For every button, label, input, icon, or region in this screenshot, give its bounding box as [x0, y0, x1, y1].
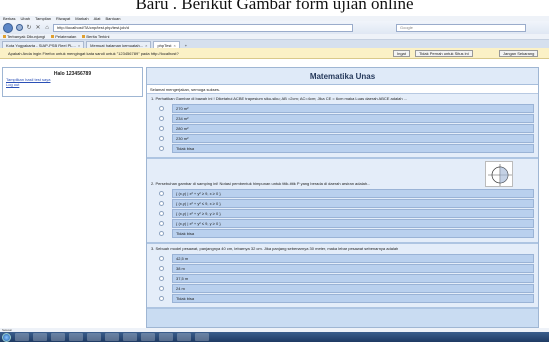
question-text: 3. Sebuah model pesawat, panjangnya 40 c…	[151, 246, 399, 251]
taskbar-app[interactable]	[51, 333, 65, 341]
radio-button[interactable]	[159, 231, 164, 236]
taskbar-app[interactable]	[159, 333, 173, 341]
password-notification-bar: Apakah Anda ingin Firefox untuk menginga…	[0, 48, 549, 59]
search-box[interactable]: Google	[396, 23, 526, 32]
home-icon[interactable]: ⌂	[44, 25, 50, 31]
radio-button[interactable]	[159, 106, 164, 111]
circle-graph-icon	[488, 164, 512, 186]
question-text: 1. Perhatikan Gambar di bawah ini ! Dike…	[151, 96, 408, 101]
tab-strip: Kota Yogyakarta - SIAP-PSB Reel PL... × M…	[0, 40, 549, 48]
question-text: 2. Persebuhan gambar di samping ini! Not…	[151, 181, 371, 186]
navigation-toolbar: ↻ ✕ ⌂ http://localhost/TA/cnp/test.php/t…	[0, 21, 549, 34]
logout-link[interactable]: Log out	[6, 82, 142, 87]
menu-item-markah[interactable]: Markah	[75, 16, 88, 21]
question-block: 1. Perhatikan Gambar di bawah ini ! Dike…	[147, 94, 538, 159]
address-bar[interactable]: http://localhost/TA/cnp/test.php/test.jo…	[53, 23, 353, 32]
tab-close-icon[interactable]: ×	[145, 43, 147, 48]
radio-button[interactable]	[159, 146, 164, 151]
taskbar-app[interactable]	[177, 333, 191, 341]
bookmark-item[interactable]: Pelatenalan	[51, 34, 76, 39]
answer-option[interactable]: { (x,y) | x² + y² ≤ 9, y ≥ 0 }	[151, 219, 534, 228]
answer-option[interactable]: { (x,y) | x² + y² ≥ 9, x ≥ 0 }	[151, 189, 534, 198]
answer-option[interactable]: 230 m²	[151, 134, 534, 143]
start-button[interactable]	[2, 332, 11, 342]
stop-icon[interactable]: ✕	[35, 25, 41, 31]
bookmark-icon	[82, 35, 86, 38]
answer-option[interactable]: 37,5 m	[151, 274, 534, 283]
taskbar-app[interactable]	[105, 333, 119, 341]
answer-option[interactable]: 24 m	[151, 284, 534, 293]
answer-option[interactable]: Tidak bisa	[151, 144, 534, 153]
exam-greeting: Selamat mengerjakan, semoga sukses.	[147, 85, 538, 94]
radio-button[interactable]	[159, 211, 164, 216]
radio-button[interactable]	[159, 286, 164, 291]
page-content: Halo 123456789 Tampilkan hasil test saya…	[0, 59, 549, 328]
url-text: http://localhost/TA/cnp/test.php/test.jo…	[57, 25, 129, 30]
answer-option[interactable]: Tidak bisa	[151, 229, 534, 238]
radio-button[interactable]	[159, 256, 164, 261]
forward-button[interactable]	[16, 24, 23, 31]
answer-option[interactable]: Tidak bisa	[151, 294, 534, 303]
question-block: 3. Sebuah model pesawat, panjangnya 40 c…	[147, 244, 538, 309]
page-caption: Baru . Berikut Gambar form ujian online	[0, 0, 549, 16]
radio-button[interactable]	[159, 126, 164, 131]
exam-panel: Matematika Unas Selamat mengerjakan, sem…	[146, 67, 539, 328]
menu-item-ubah[interactable]: Ubah	[20, 16, 30, 21]
answer-option[interactable]: 280 m²	[151, 124, 534, 133]
taskbar	[0, 332, 549, 342]
radio-button[interactable]	[159, 266, 164, 271]
radio-button[interactable]	[159, 276, 164, 281]
taskbar-app[interactable]	[87, 333, 101, 341]
radio-button[interactable]	[159, 136, 164, 141]
radio-button[interactable]	[159, 296, 164, 301]
back-button[interactable]	[3, 22, 13, 33]
radio-button[interactable]	[159, 221, 164, 226]
menu-item-tampilan[interactable]: Tampilan	[35, 16, 51, 21]
bookmark-item[interactable]: Berita Terkini	[82, 34, 109, 39]
answer-option[interactable]: 38 m	[151, 264, 534, 273]
answer-option[interactable]: 42,5 m	[151, 254, 534, 263]
answer-option[interactable]: { (x,y) | x² + y² ≤ 9, x ≥ 0 }	[151, 199, 534, 208]
tab-siap-psb[interactable]: Kota Yogyakarta - SIAP-PSB Reel PL... ×	[2, 41, 85, 48]
never-for-site-button[interactable]: Tidak Pernah untuk Situs ini	[415, 50, 473, 57]
tab-close-icon[interactable]: ×	[173, 43, 175, 48]
taskbar-app[interactable]	[33, 333, 47, 341]
taskbar-app[interactable]	[195, 333, 209, 341]
radio-button[interactable]	[159, 191, 164, 196]
remember-button[interactable]: Ingat	[393, 50, 410, 57]
radio-button[interactable]	[159, 201, 164, 206]
search-placeholder: Google	[400, 25, 413, 30]
taskbar-app[interactable]	[123, 333, 137, 341]
answer-option[interactable]: { (x,y) | x² + y² ≥ 9, y ≥ 0 }	[151, 209, 534, 218]
menu-item-bantuan[interactable]: Bantuan	[106, 16, 121, 21]
tab-close-icon[interactable]: ×	[78, 43, 80, 48]
taskbar-app[interactable]	[141, 333, 155, 341]
menu-item-riwayat[interactable]: Riwayat	[56, 16, 70, 21]
tab-loading[interactable]: Memuat halaman kemuatah... ×	[86, 41, 152, 48]
exam-title: Matematika Unas	[147, 68, 538, 85]
bookmark-item[interactable]: Terbanyak Dikunjungi	[3, 34, 45, 39]
not-now-button[interactable]: Jangan Sekarang	[499, 50, 539, 57]
notification-text: Apakah Anda ingin Firefox untuk menginga…	[8, 50, 179, 56]
answer-option[interactable]: 234 m²	[151, 114, 534, 123]
answer-option[interactable]: 270 m²	[151, 104, 534, 113]
menu-item-alat[interactable]: Alat	[94, 16, 101, 21]
menu-item-berkas[interactable]: Berkas	[3, 16, 15, 21]
question-block: 2. Persebuhan gambar di samping ini! Not…	[147, 159, 538, 244]
tab-phptest[interactable]: phpTest ×	[153, 41, 180, 48]
bookmark-icon	[51, 35, 55, 38]
radio-button[interactable]	[159, 116, 164, 121]
bookmark-icon	[3, 35, 6, 38]
reload-icon[interactable]: ↻	[26, 25, 32, 31]
question-figure	[485, 161, 513, 187]
taskbar-app[interactable]	[15, 333, 29, 341]
taskbar-app[interactable]	[69, 333, 83, 341]
user-panel: Halo 123456789 Tampilkan hasil test saya…	[2, 67, 143, 97]
